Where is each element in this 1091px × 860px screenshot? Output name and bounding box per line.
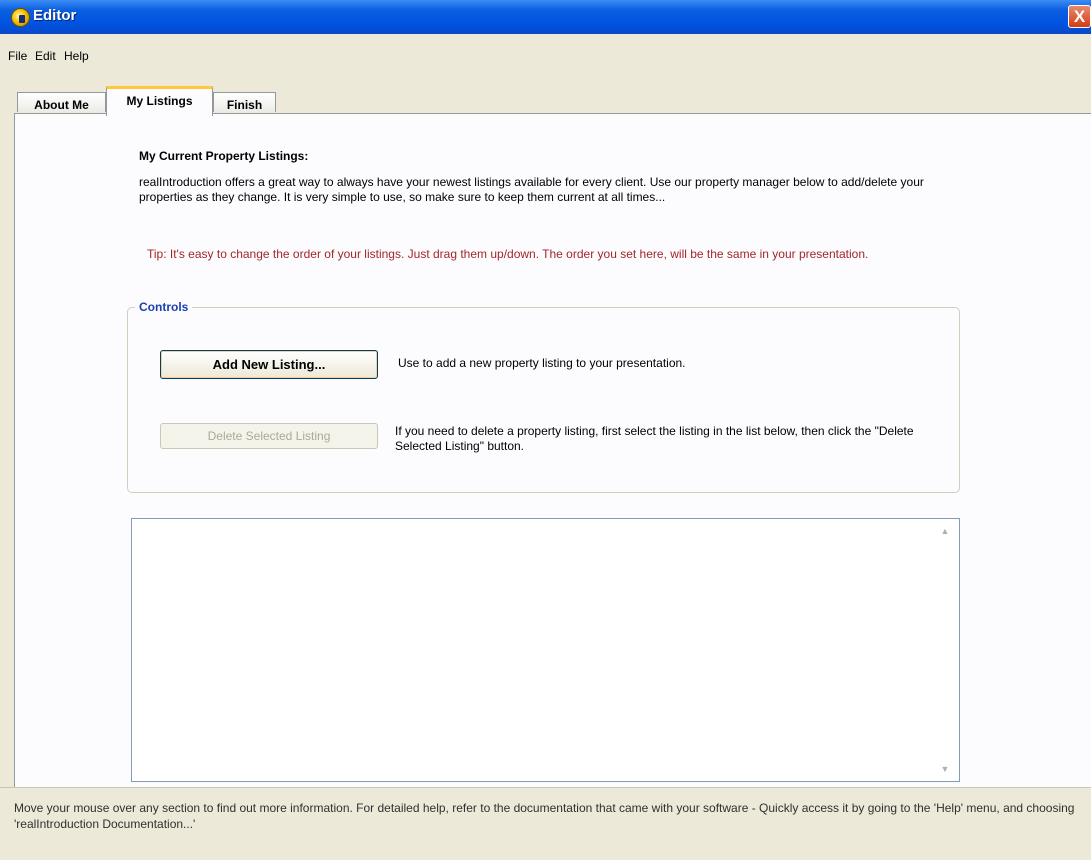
window-title: Editor bbox=[33, 7, 77, 24]
title-bar[interactable]: Editor X bbox=[0, 0, 1091, 34]
scroll-down-icon[interactable]: ▼ bbox=[937, 761, 953, 777]
menu-edit[interactable]: Edit bbox=[35, 49, 56, 63]
controls-label: Controls bbox=[135, 300, 193, 314]
tab-my-listings[interactable]: My Listings bbox=[106, 86, 213, 116]
close-button[interactable]: X bbox=[1068, 5, 1091, 28]
intro-text: realIntroduction offers a great way to a… bbox=[139, 175, 924, 204]
tip-text: Tip: It's easy to change the order of yo… bbox=[147, 247, 869, 261]
menu-bar: File Edit Help bbox=[0, 44, 1091, 64]
add-new-listing-button[interactable]: Add New Listing... bbox=[160, 350, 378, 379]
status-divider bbox=[0, 787, 1091, 788]
menu-help[interactable]: Help bbox=[64, 49, 89, 63]
scroll-up-icon[interactable]: ▲ bbox=[937, 523, 953, 539]
delete-listing-description: If you need to delete a property listing… bbox=[395, 424, 914, 453]
listings-list[interactable]: ▲ ▼ bbox=[131, 518, 960, 782]
tab-finish[interactable]: Finish bbox=[213, 92, 276, 112]
controls-groupbox bbox=[127, 307, 960, 493]
page-heading: My Current Property Listings: bbox=[139, 149, 309, 163]
delete-selected-listing-button[interactable]: Delete Selected Listing bbox=[160, 423, 378, 449]
add-listing-description: Use to add a new property listing to you… bbox=[398, 356, 686, 370]
tab-about-me[interactable]: About Me bbox=[17, 92, 106, 112]
help-status-text: Move your mouse over any section to find… bbox=[14, 801, 1075, 831]
tab-strip: About Me My Listings Finish bbox=[0, 86, 1091, 116]
app-globe-icon bbox=[11, 8, 30, 27]
menu-file[interactable]: File bbox=[8, 49, 27, 63]
